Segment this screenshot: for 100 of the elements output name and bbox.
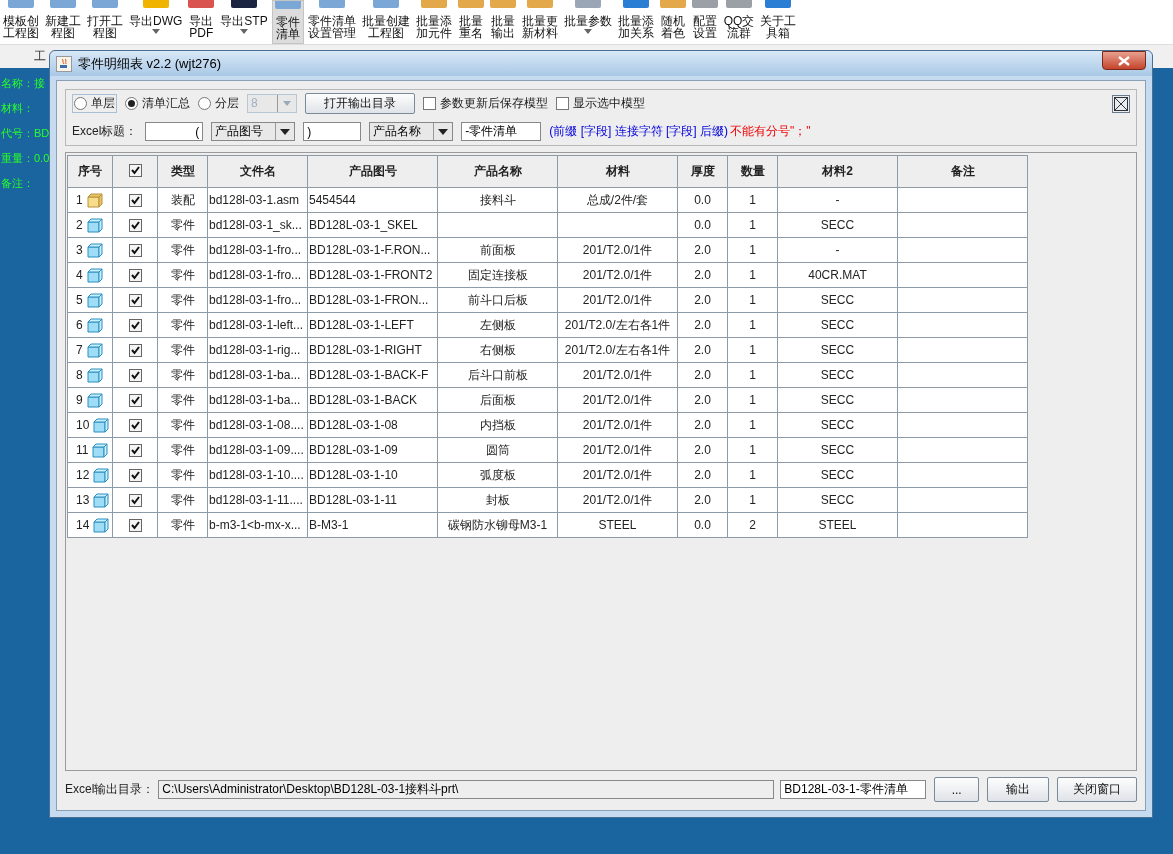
table-cell: SECC — [777, 287, 898, 313]
dialog-button[interactable]: 输出 — [987, 777, 1050, 802]
toolbar-button[interactable]: 关于工 具箱 — [758, 0, 799, 44]
checkbox-icon[interactable] — [128, 294, 142, 308]
table-cell: 3 — [67, 237, 113, 263]
toolbar-button[interactable]: 批量添 加关系 — [615, 0, 656, 44]
input-field[interactable]: -零件清单 — [461, 122, 542, 141]
column-header[interactable]: 文件名 — [207, 155, 308, 188]
radio-option[interactable]: 分层 — [198, 95, 239, 112]
dialog-button[interactable]: ... — [934, 777, 980, 802]
toolbar-button[interactable]: 批量 重名 — [455, 0, 486, 44]
column-header[interactable]: 材料2 — [777, 155, 898, 188]
checkbox-icon[interactable] — [423, 97, 436, 110]
table-cell: BD128L-03-1-LEFT — [307, 312, 438, 338]
table-cell: BD128L-03-1-08 — [307, 412, 438, 438]
column-header[interactable]: 序号 — [67, 155, 113, 188]
column-header[interactable]: 备注 — [897, 155, 1028, 188]
toolbar-button[interactable]: 导出 PDF — [186, 0, 217, 44]
table-cell: SECC — [777, 362, 898, 388]
toolbar-button[interactable]: 零件清单 设置管理 — [305, 0, 358, 44]
table-cell: BD128L-03-1-09 — [307, 437, 438, 463]
option-checkbox[interactable]: 参数更新后保存模型 — [423, 95, 548, 112]
group-label: 工 — [34, 48, 46, 65]
open-folder-button[interactable]: 打开输出目录 — [305, 93, 415, 114]
table-cell: 圆筒 — [437, 437, 558, 463]
table-cell: BD128L-03-1_SKEL — [307, 212, 438, 238]
toolbar-button[interactable]: 零件 清单 — [271, 0, 304, 44]
table-cell: 14 — [67, 512, 113, 538]
checkbox-icon[interactable] — [128, 419, 142, 433]
close-button[interactable] — [1102, 51, 1146, 70]
checkbox-icon[interactable] — [128, 519, 142, 533]
checkbox-icon[interactable] — [128, 244, 142, 258]
table-cell: 后面板 — [437, 387, 558, 413]
column-header[interactable]: 产品图号 — [307, 155, 438, 188]
table-cell: 201/T2.0/1件 — [557, 437, 678, 463]
toolbar-button[interactable]: 模板创 工程图 — [1, 0, 41, 44]
checkbox-icon[interactable] — [128, 163, 142, 177]
radio-icon[interactable] — [198, 97, 211, 110]
toolbar-button[interactable]: 批量参数 — [561, 0, 614, 44]
dialog-button[interactable]: 关闭窗口 — [1057, 777, 1137, 802]
radio-option[interactable]: 清单汇总 — [125, 95, 190, 112]
table-cell: - — [777, 187, 898, 213]
input-field[interactable]: ) — [303, 122, 362, 141]
checkbox-icon[interactable] — [128, 319, 142, 333]
toolbar-button[interactable]: 打开工 程图 — [85, 0, 125, 44]
checkbox-icon[interactable] — [128, 394, 142, 408]
checkbox-icon[interactable] — [128, 344, 142, 358]
table-cell: B-M3-1 — [307, 512, 438, 538]
toolbar-button[interactable]: 导出DWG — [127, 0, 185, 44]
checkbox-icon[interactable] — [128, 444, 142, 458]
column-header[interactable]: 材料 — [557, 155, 678, 188]
table-cell: 碳钢防水铆母M3-1 — [437, 512, 558, 538]
field-dropdown[interactable]: 产品图号 — [211, 122, 296, 141]
input-field[interactable]: ( — [145, 122, 204, 141]
table-cell: 封板 — [437, 487, 558, 513]
toolbar-button[interactable]: 新建工 程图 — [43, 0, 83, 44]
table-cell: 5454544 — [307, 187, 438, 213]
checkbox-icon[interactable] — [128, 369, 142, 383]
option-checkbox[interactable]: 显示选中模型 — [556, 95, 645, 112]
toolbar-button[interactable]: 随机 着色 — [657, 0, 688, 44]
table-cell: 接料斗 — [437, 187, 558, 213]
toolbar-button[interactable]: 批量 输出 — [487, 0, 518, 44]
column-header[interactable]: 数量 — [727, 155, 778, 188]
table-cell: bd128l-03-1-08.... — [207, 412, 308, 438]
table-cell: 201/T2.0/1件 — [557, 387, 678, 413]
checkbox-icon[interactable] — [128, 194, 142, 208]
toolbar-button[interactable]: 批量更 新材料 — [519, 0, 560, 44]
toolbar-button[interactable]: QQ交 流群 — [721, 0, 757, 44]
column-header[interactable]: 类型 — [157, 155, 208, 188]
checkbox-icon[interactable] — [128, 219, 142, 233]
column-header[interactable]: 产品名称 — [437, 155, 558, 188]
table-cell: BD128L-03-1-RIGHT — [307, 337, 438, 363]
toolbar-button[interactable]: 配置 设置 — [689, 0, 720, 44]
radio-icon[interactable] — [74, 97, 87, 110]
column-header[interactable]: 厚度 — [677, 155, 728, 188]
file-name-field[interactable]: BD128L-03-1-零件清单 — [780, 780, 927, 799]
column-header[interactable] — [112, 155, 158, 188]
maximize-icon[interactable] — [1112, 94, 1130, 113]
table-cell: 12 — [67, 462, 113, 488]
toolbar-button[interactable]: 批量添 加元件 — [413, 0, 454, 44]
table-cell: 201/T2.0/1件 — [557, 262, 678, 288]
checkbox-icon[interactable] — [128, 269, 142, 283]
table-cell: 201/T2.0/1件 — [557, 462, 678, 488]
caret-icon — [438, 128, 449, 135]
path-field[interactable]: C:\Users\Administrator\Desktop\BD128L-03-1接料斗prt\ — [158, 780, 775, 799]
checkbox-icon[interactable] — [128, 469, 142, 483]
checkbox-icon[interactable] — [556, 97, 569, 110]
table-cell: bd128l-03-1-ba... — [207, 387, 308, 413]
table-cell: bd128l-03-1-fro... — [207, 287, 308, 313]
field-dropdown[interactable]: 产品名称 — [369, 122, 454, 141]
table-cell: bd128l-03-1-09.... — [207, 437, 308, 463]
table-cell: SECC — [777, 487, 898, 513]
radio-icon[interactable] — [125, 97, 138, 110]
field-label: Excel输出目录： — [65, 781, 155, 798]
checkbox-icon[interactable] — [128, 494, 142, 508]
radio-option[interactable]: 单层 — [72, 94, 117, 113]
toolbar-button[interactable]: 批量创建 工程图 — [359, 0, 412, 44]
property-label: 名称：接 — [1, 76, 45, 91]
table-cell: bd128l-03-1-10.... — [207, 462, 308, 488]
toolbar-button[interactable]: 导出STP — [218, 0, 270, 44]
